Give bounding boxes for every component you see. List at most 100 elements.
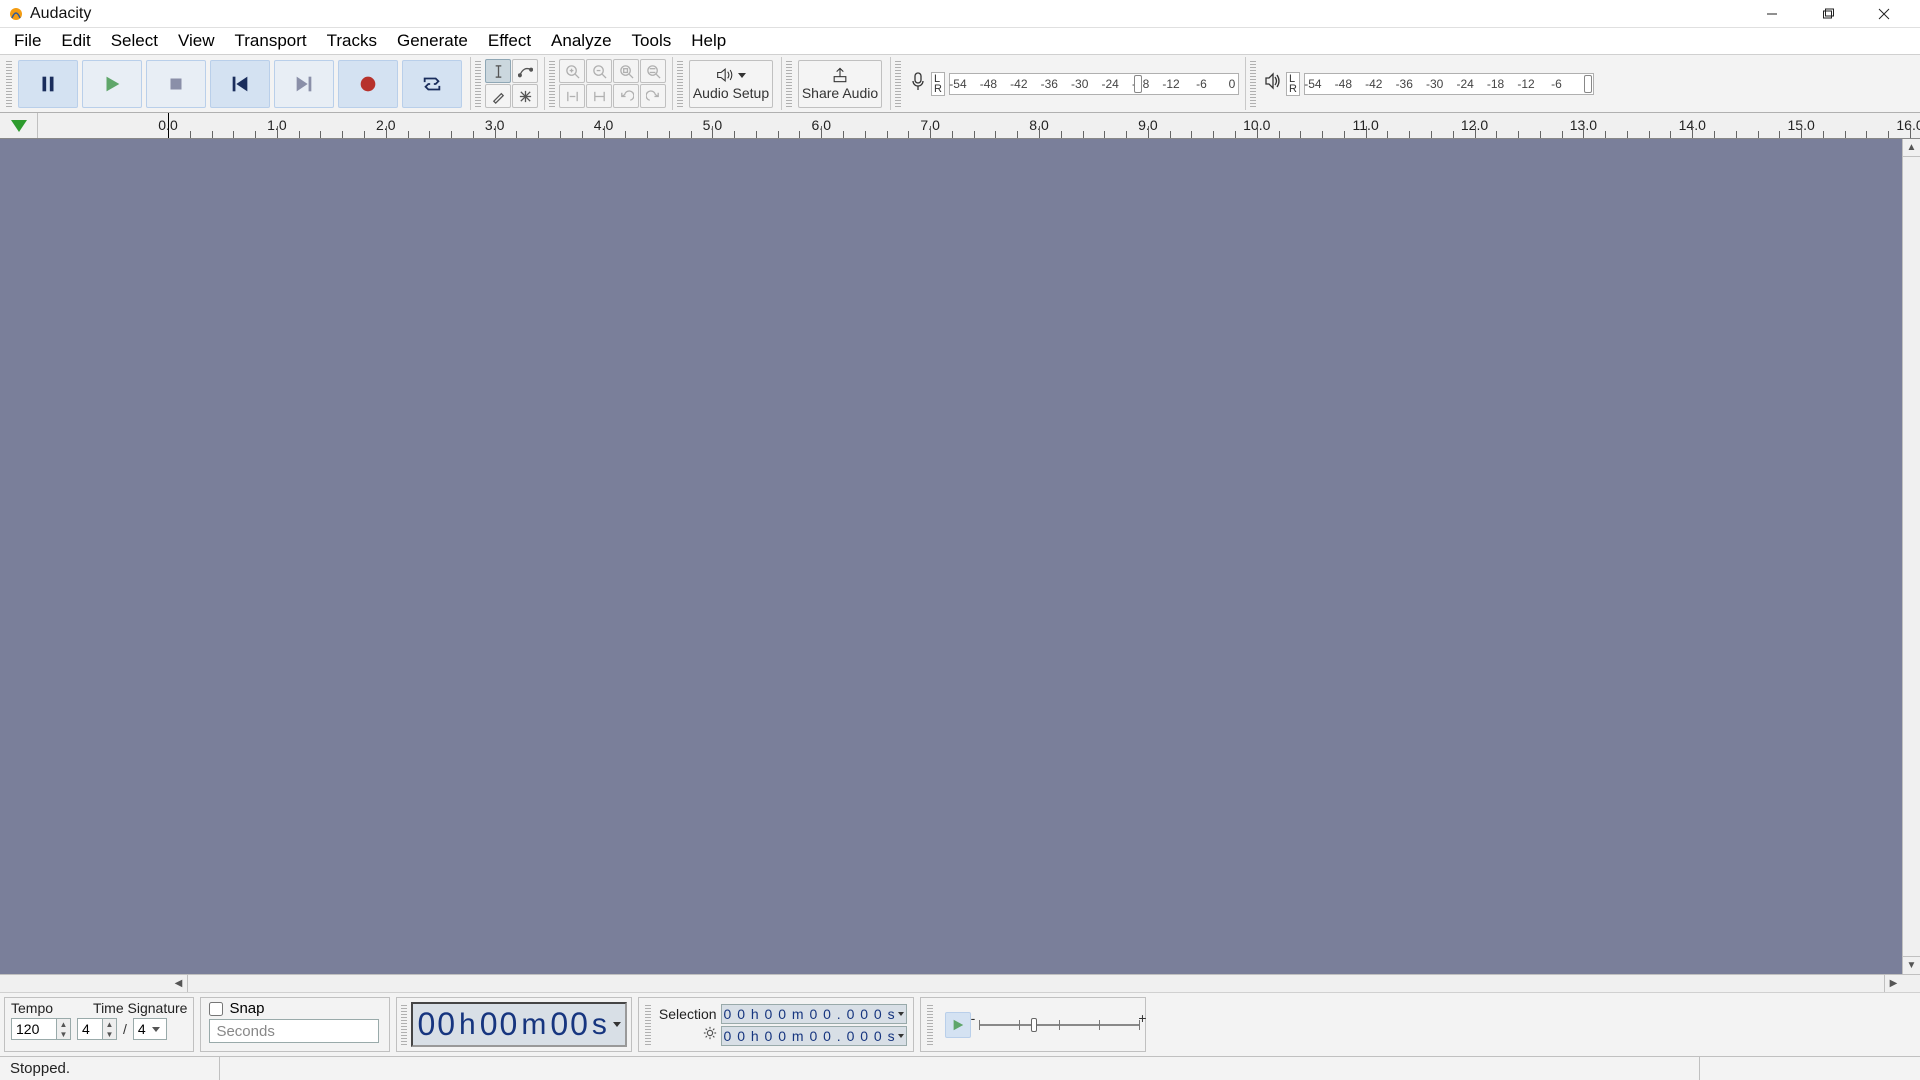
grip-icon[interactable]: [1250, 61, 1256, 107]
grip-icon[interactable]: [786, 61, 792, 107]
share-group: Share Audio: [781, 57, 888, 110]
selection-start-time[interactable]: 0 0 h 0 0 m 0 0 . 0 0 0 s: [721, 1004, 907, 1024]
speaker-icon[interactable]: [1264, 71, 1282, 96]
record-button[interactable]: [338, 60, 398, 108]
menu-view[interactable]: View: [168, 28, 225, 54]
skip-start-button[interactable]: [210, 60, 270, 108]
grip-icon[interactable]: [475, 61, 481, 107]
grip-icon[interactable]: [677, 61, 683, 107]
gear-icon[interactable]: [703, 1026, 717, 1043]
scroll-down-icon[interactable]: ▼: [1903, 956, 1920, 974]
timeline-ruler[interactable]: 0.01.02.03.04.05.06.07.08.09.010.011.012…: [0, 113, 1920, 139]
microphone-icon[interactable]: [909, 71, 927, 96]
snap-unit-select[interactable]: Seconds: [209, 1019, 379, 1043]
ruler-controls[interactable]: [0, 113, 38, 138]
menu-tracks[interactable]: Tracks: [317, 28, 387, 54]
maximize-button[interactable]: [1800, 0, 1856, 28]
menu-effect[interactable]: Effect: [478, 28, 541, 54]
undo-button[interactable]: [613, 84, 639, 108]
snap-panel: Snap Seconds: [200, 997, 390, 1052]
grip-icon[interactable]: [895, 61, 901, 107]
setup-group: Audio Setup: [672, 57, 779, 110]
lr-labels: LR: [931, 72, 945, 96]
menu-file[interactable]: File: [4, 28, 51, 54]
trim-button[interactable]: [559, 84, 585, 108]
share-audio-button[interactable]: Share Audio: [798, 60, 882, 108]
envelope-tool-button[interactable]: [512, 59, 538, 83]
bottom-toolbar: Tempo Time Signature ▲▼ ▲▼ / 4 Snap Seco…: [0, 992, 1920, 1056]
draw-tool-button[interactable]: [485, 84, 511, 108]
track-area: ▲ ▼: [0, 139, 1920, 974]
grip-icon[interactable]: [927, 1005, 933, 1045]
grip-icon[interactable]: [6, 61, 12, 107]
zoom-in-button[interactable]: [559, 59, 585, 83]
minus-icon: -: [971, 1010, 976, 1026]
selection-tool-button[interactable]: [485, 59, 511, 83]
redo-button[interactable]: [640, 84, 666, 108]
minimize-button[interactable]: [1744, 0, 1800, 28]
menu-tools[interactable]: Tools: [622, 28, 682, 54]
play-button[interactable]: [82, 60, 142, 108]
menu-edit[interactable]: Edit: [51, 28, 100, 54]
fit-selection-button[interactable]: [613, 59, 639, 83]
loop-button[interactable]: [402, 60, 462, 108]
tempo-panel: Tempo Time Signature ▲▼ ▲▼ / 4: [4, 997, 194, 1052]
play-at-speed-button[interactable]: [945, 1012, 971, 1038]
grip-icon[interactable]: [401, 1005, 407, 1045]
chevron-down-icon: [738, 73, 746, 78]
selection-label: Selection: [659, 1006, 717, 1022]
menu-select[interactable]: Select: [101, 28, 168, 54]
grip-icon[interactable]: [549, 61, 555, 107]
current-time-display[interactable]: 00 h 00 m 00 s: [411, 1002, 626, 1047]
status-message: [220, 1057, 1700, 1080]
slider-thumb[interactable]: [1031, 1018, 1037, 1032]
playhead-icon: [11, 120, 27, 132]
fit-project-button[interactable]: [640, 59, 666, 83]
meter-slider-thumb[interactable]: [1584, 75, 1592, 93]
slash-label: /: [123, 1021, 127, 1037]
spin-down-icon[interactable]: ▼: [56, 1029, 70, 1039]
recording-meter[interactable]: -54-48-42-36-30-24-18-12-60: [949, 73, 1239, 95]
snap-checkbox[interactable]: [209, 1002, 223, 1016]
chevron-down-icon: [152, 1027, 160, 1032]
close-button[interactable]: [1856, 0, 1912, 28]
grip-icon[interactable]: [645, 1005, 651, 1045]
scroll-right-icon[interactable]: ▶: [1884, 975, 1902, 992]
selection-end-time[interactable]: 0 0 h 0 0 m 0 0 . 0 0 0 s: [721, 1026, 907, 1046]
scroll-left-icon[interactable]: ◀: [170, 975, 188, 992]
zoom-out-button[interactable]: [586, 59, 612, 83]
spin-up-icon[interactable]: ▲: [102, 1019, 116, 1029]
record-meter-group: LR -54-48-42-36-30-24-18-12-60: [890, 57, 1243, 110]
share-icon: [830, 66, 850, 84]
sig-denominator-select[interactable]: 4: [133, 1018, 167, 1040]
menu-transport[interactable]: Transport: [225, 28, 317, 54]
menu-analyze[interactable]: Analyze: [541, 28, 621, 54]
skip-end-button[interactable]: [274, 60, 334, 108]
tempo-input[interactable]: ▲▼: [11, 1018, 71, 1040]
scroll-up-icon[interactable]: ▲: [1903, 139, 1920, 157]
menu-help[interactable]: Help: [681, 28, 736, 54]
audio-setup-button[interactable]: Audio Setup: [689, 60, 773, 108]
playhead-line[interactable]: [168, 113, 169, 138]
app-logo-icon: [8, 6, 24, 22]
pause-button[interactable]: [18, 60, 78, 108]
spin-down-icon[interactable]: ▼: [102, 1029, 116, 1039]
playback-meter[interactable]: -54-48-42-36-30-24-18-12-60: [1304, 73, 1594, 95]
track-canvas[interactable]: [0, 139, 1902, 974]
stop-button[interactable]: [146, 60, 206, 108]
multi-tool-button[interactable]: [512, 84, 538, 108]
tools-group: [470, 57, 542, 110]
playback-meter-group: LR -54-48-42-36-30-24-18-12-60: [1245, 57, 1598, 110]
playback-speed-slider[interactable]: - +: [979, 1014, 1139, 1036]
window-title: Audacity: [30, 5, 91, 23]
sig-numerator-input[interactable]: ▲▼: [77, 1018, 117, 1040]
silence-button[interactable]: [586, 84, 612, 108]
spin-up-icon[interactable]: ▲: [56, 1019, 70, 1029]
plus-icon: +: [1138, 1010, 1146, 1026]
vertical-scrollbar[interactable]: ▲ ▼: [1902, 139, 1920, 974]
chevron-down-icon: [898, 1034, 904, 1038]
meter-slider-thumb[interactable]: [1134, 75, 1142, 93]
menu-generate[interactable]: Generate: [387, 28, 478, 54]
selection-panel: Selection 0 0 h 0 0 m 0 0 . 0 0 0 s 0 0 …: [638, 997, 914, 1052]
horizontal-scrollbar[interactable]: ◀ ▶: [0, 974, 1920, 992]
